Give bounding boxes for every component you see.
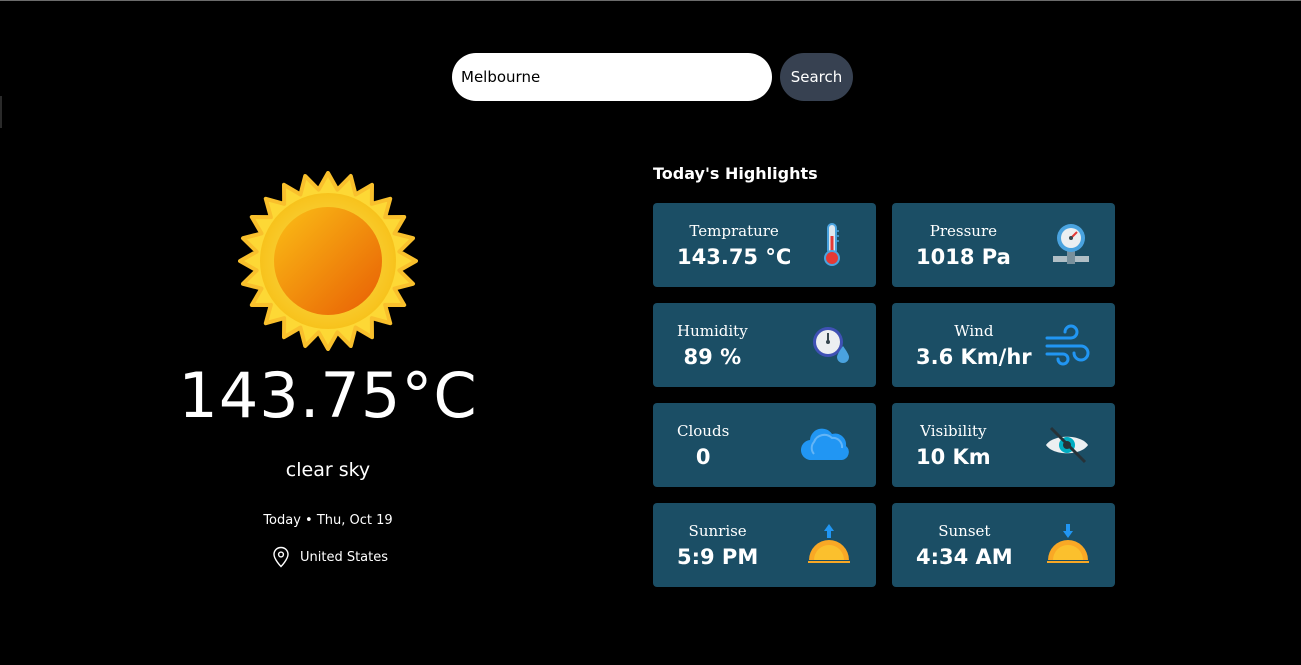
temperature-card: Temprature 143.75 °C — [653, 203, 876, 287]
sunrise-card: Sunrise 5:9 PM — [653, 503, 876, 587]
cloud-icon — [800, 428, 849, 461]
card-value: 3.6 Km/hr — [916, 344, 1032, 369]
card-label: Temprature — [689, 221, 779, 240]
current-temperature: 143.75°C — [178, 359, 478, 432]
card-label: Sunset — [938, 521, 991, 540]
sun-icon — [238, 171, 418, 351]
current-date: Today • Thu, Oct 19 — [263, 513, 393, 528]
humidity-icon — [813, 327, 849, 363]
search-button[interactable]: Search — [780, 53, 853, 101]
current-weather-panel: 143.75°C clear sky Today • Thu, Oct 19 U… — [160, 171, 496, 568]
wind-icon — [1045, 324, 1090, 366]
card-value: 5:9 PM — [677, 544, 759, 569]
card-label: Clouds — [677, 421, 730, 440]
highlights-grid: Temprature 143.75 °C Pressure 1018 Pa Hu… — [653, 203, 1115, 587]
card-label: Pressure — [929, 221, 997, 240]
pressure-gauge-icon — [1053, 224, 1089, 264]
search-input[interactable] — [452, 53, 772, 101]
card-label: Wind — [954, 321, 994, 340]
card-value: 10 Km — [916, 444, 991, 469]
highlights-section: Today's Highlights Temprature 143.75 °C … — [653, 164, 1115, 587]
card-value: 89 % — [683, 344, 742, 369]
sunset-card: Sunset 4:34 AM — [892, 503, 1115, 587]
visibility-eye-icon — [1046, 426, 1088, 464]
window-edge-marker — [0, 96, 2, 128]
wind-card: Wind 3.6 Km/hr — [892, 303, 1115, 387]
card-label: Sunrise — [688, 521, 747, 540]
card-label: Humidity — [677, 321, 748, 340]
location-pin-icon — [273, 546, 289, 568]
thermometer-icon — [824, 223, 840, 266]
card-value: 1018 Pa — [916, 244, 1011, 269]
search-bar: Search — [452, 53, 853, 101]
weather-condition: clear sky — [285, 459, 371, 481]
sunset-icon — [1047, 524, 1089, 563]
card-label: Visibility — [920, 421, 987, 440]
card-value: 4:34 AM — [916, 544, 1013, 569]
pressure-card: Pressure 1018 Pa — [892, 203, 1115, 287]
location-name: United States — [299, 549, 389, 565]
card-value: 143.75 °C — [677, 244, 792, 269]
highlights-title: Today's Highlights — [653, 164, 818, 183]
card-value: 0 — [695, 444, 711, 469]
humidity-card: Humidity 89 % — [653, 303, 876, 387]
visibility-card: Visibility 10 Km — [892, 403, 1115, 487]
sunrise-icon — [808, 524, 850, 563]
location: United States — [160, 546, 496, 568]
clouds-card: Clouds 0 — [653, 403, 876, 487]
